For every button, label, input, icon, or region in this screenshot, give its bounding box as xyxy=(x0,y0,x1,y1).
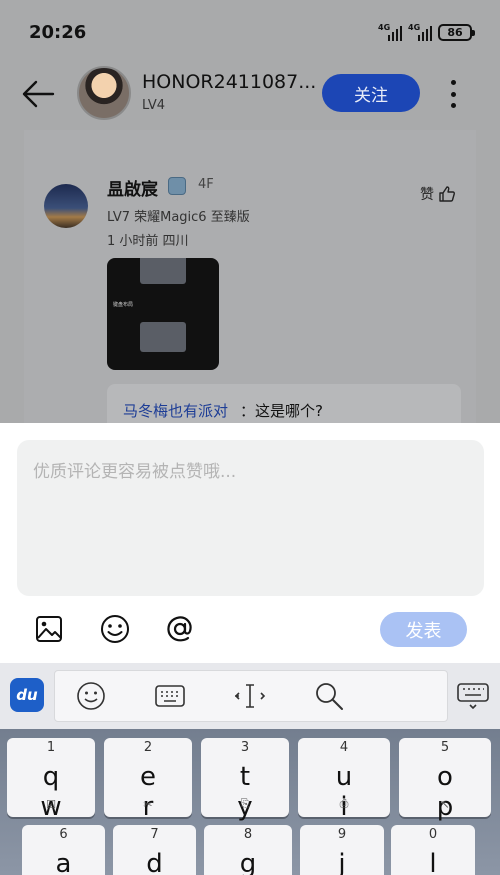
key-op[interactable]: 5 o p ↖ xyxy=(399,738,491,822)
like-label: 赞 xyxy=(420,187,434,203)
follow-button[interactable]: 关注 xyxy=(322,74,420,112)
user-name[interactable]: HONOR2411087... xyxy=(142,71,316,93)
comment-input[interactable] xyxy=(17,440,484,596)
key-qw[interactable]: 1 q w ☑ xyxy=(7,738,95,822)
ime-hide-keyboard-icon[interactable] xyxy=(455,678,491,714)
like-button[interactable]: 赞 xyxy=(420,184,456,204)
ime-search-icon[interactable] xyxy=(311,678,347,714)
badge-icon xyxy=(168,177,186,195)
key-ty[interactable]: 3 t y ⎘ xyxy=(201,738,289,822)
cell-signal-icon: 4G xyxy=(378,23,402,41)
more-options-icon[interactable] xyxy=(449,80,457,108)
mention-icon[interactable] xyxy=(163,612,197,646)
image-caption: 键盘布局 xyxy=(113,302,134,308)
clock: 20:26 xyxy=(29,22,87,43)
commenter-meta: LV7 荣耀Magic6 至臻版 xyxy=(107,210,250,225)
key-df[interactable]: 7 d f xyxy=(113,825,196,875)
key-gh[interactable]: 8 g h xyxy=(204,825,292,875)
baidu-ime-logo-icon[interactable]: du xyxy=(10,678,44,712)
key-l[interactable]: 0 l xyxy=(391,825,475,875)
key-jk[interactable]: 9 j k xyxy=(300,825,384,875)
keyboard-thumbnail xyxy=(140,258,186,284)
status-bar: 20:26 4G 4G 86 xyxy=(0,0,500,62)
key-er[interactable]: 2 e r ✂ xyxy=(104,738,192,822)
comment-card xyxy=(24,130,476,423)
comment-image[interactable]: 键盘布局 xyxy=(107,258,219,370)
thumbs-up-icon xyxy=(439,186,455,202)
ime-keyboard-layout-icon[interactable] xyxy=(152,678,188,714)
ime-cursor-icon[interactable] xyxy=(232,678,268,714)
keyboard-thumbnail xyxy=(140,322,186,352)
key-as[interactable]: 6 a s xyxy=(22,825,105,875)
user-avatar[interactable] xyxy=(77,66,131,120)
reply-username[interactable]: 马冬梅也有派对 xyxy=(123,400,228,421)
key-ui[interactable]: 4 u i ⎙ xyxy=(298,738,390,822)
comment-time-location: 1 小时前 四川 xyxy=(107,234,189,249)
reply-text: ：这是哪个? xyxy=(240,402,323,420)
cell-signal-icon-2: 4G xyxy=(408,23,432,41)
status-icons: 4G 4G 86 xyxy=(378,23,475,41)
commenter-avatar[interactable] xyxy=(44,184,88,228)
profile-header: HONOR2411087... LV4 关注 xyxy=(0,62,500,130)
emoji-icon[interactable] xyxy=(98,612,132,646)
commenter-name[interactable]: 昷啟宸 xyxy=(107,175,158,200)
image-icon[interactable] xyxy=(32,612,66,646)
floor-number: 4F xyxy=(198,177,214,192)
battery-icon: 86 xyxy=(438,24,475,41)
dimmed-page-overlay[interactable]: 20:26 4G 4G 86 HONOR2411087... LV4 关注 昷啟… xyxy=(0,0,500,423)
back-arrow-icon[interactable] xyxy=(20,76,56,112)
ime-emoji-icon[interactable] xyxy=(73,678,109,714)
publish-button[interactable]: 发表 xyxy=(380,612,467,647)
user-level: LV4 xyxy=(142,98,165,113)
